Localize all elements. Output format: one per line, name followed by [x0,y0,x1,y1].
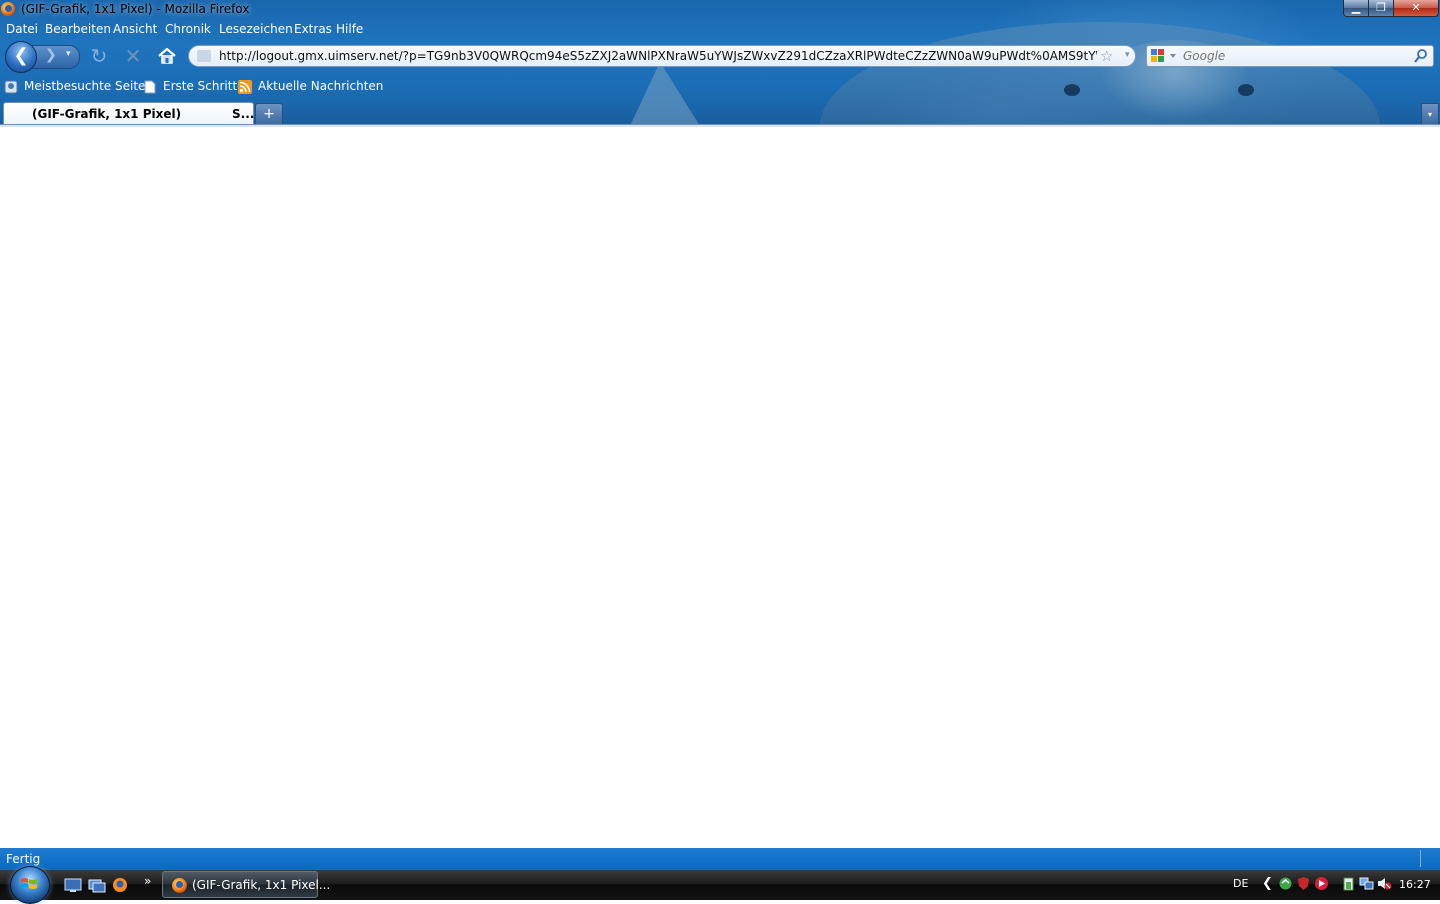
menu-hilfe[interactable]: Hilfe [336,22,363,36]
minimize-button[interactable]: ▁ [1343,0,1369,17]
google-engine-icon[interactable] [1150,48,1180,64]
volume-muted-icon[interactable] [1377,876,1392,891]
page-icon [143,80,157,94]
close-button[interactable]: ✕ [1393,0,1439,17]
search-bar[interactable] [1146,45,1434,67]
title-bar: (GIF-Grafik, 1x1 Pixel) - Mozilla Firefo… [0,0,1440,19]
theme-shark-eye [1238,84,1254,96]
search-icon[interactable] [1413,48,1429,64]
tab-title-suffix: S... [232,107,255,121]
bookmark-star-icon[interactable]: ☆ [1100,47,1113,65]
status-text: Fertig [6,852,41,866]
forward-arrow-icon: ❯ [45,47,57,63]
menu-lesezeichen[interactable]: Lesezeichen [219,22,293,36]
tab-title: (GIF-Grafik, 1x1 Pixel) [32,107,182,121]
media-player-icon[interactable] [1314,876,1329,891]
url-history-dropdown-icon[interactable]: ▾ [1125,50,1130,60]
menu-ansicht[interactable]: Ansicht [113,22,157,36]
taskbar-firefox-button[interactable]: (GIF-Grafik, 1x1 Pixel... [162,871,330,898]
firefox-icon [1,2,15,16]
history-dropdown-icon[interactable]: ▾ [66,49,71,59]
bookmark-erste-schritte[interactable]: Erste Schritte [163,79,245,95]
language-indicator[interactable]: DE [1233,877,1248,890]
window-title: (GIF-Grafik, 1x1 Pixel) - Mozilla Firefo… [21,2,250,16]
clock[interactable]: 16:27 [1399,878,1431,891]
menu-datei[interactable]: Datei [6,22,38,36]
network-sync-icon[interactable] [1278,876,1293,891]
page-content[interactable] [0,127,1440,848]
taskbar-button-label: (GIF-Grafik, 1x1 Pixel... [192,878,331,892]
firefox-icon [172,878,187,893]
search-input[interactable] [1183,49,1403,63]
restore-button[interactable]: ❐ [1368,0,1394,17]
menu-chronik[interactable]: Chronik [165,22,211,36]
home-icon[interactable] [156,45,178,67]
theme-shark-eye [1064,84,1080,96]
address-bar[interactable]: http://logout.gmx.uimserv.net/?p=TG9nb3V… [188,45,1136,67]
status-bar: Fertig [0,848,1440,869]
firefox-quicklaunch-icon[interactable] [111,877,129,893]
tab-active[interactable]: (GIF-Grafik, 1x1 Pixel) S... [3,102,254,126]
quicklaunch-more-icon[interactable]: » [144,874,151,888]
antivirus-shield-icon[interactable] [1296,876,1311,891]
status-divider [1420,850,1421,867]
menu-bearbeiten[interactable]: Bearbeiten [45,22,111,36]
forward-button[interactable]: ❯ ▾ [32,45,80,69]
page-favicon-icon [197,50,211,62]
smart-bookmark-icon [4,80,18,94]
theme-shark-fin [630,62,700,126]
new-tab-button[interactable]: + [255,103,283,125]
list-all-tabs-button[interactable]: ▾ [1421,103,1439,125]
reload-icon[interactable]: ↻ [88,45,110,67]
rss-feed-icon [238,80,252,94]
back-arrow-icon: ❮ [13,45,29,66]
windows-flag-icon [19,876,39,892]
menu-extras[interactable]: Extras [294,22,332,36]
stop-icon[interactable]: ✕ [122,45,144,67]
power-battery-icon[interactable] [1341,876,1356,891]
back-button[interactable]: ❮ [5,41,37,73]
tray-expand-icon[interactable]: ❮ [1262,876,1273,891]
show-desktop-icon[interactable] [64,877,82,893]
bookmark-meistbesuchte-seiten[interactable]: Meistbesuchte Seiten [24,79,153,95]
switch-windows-icon[interactable] [88,877,106,893]
bookmark-aktuelle-nachrichten[interactable]: Aktuelle Nachrichten [258,79,383,95]
url-input[interactable]: http://logout.gmx.uimserv.net/?p=TG9nb3V… [219,49,1097,63]
network-connection-icon[interactable] [1359,876,1374,891]
